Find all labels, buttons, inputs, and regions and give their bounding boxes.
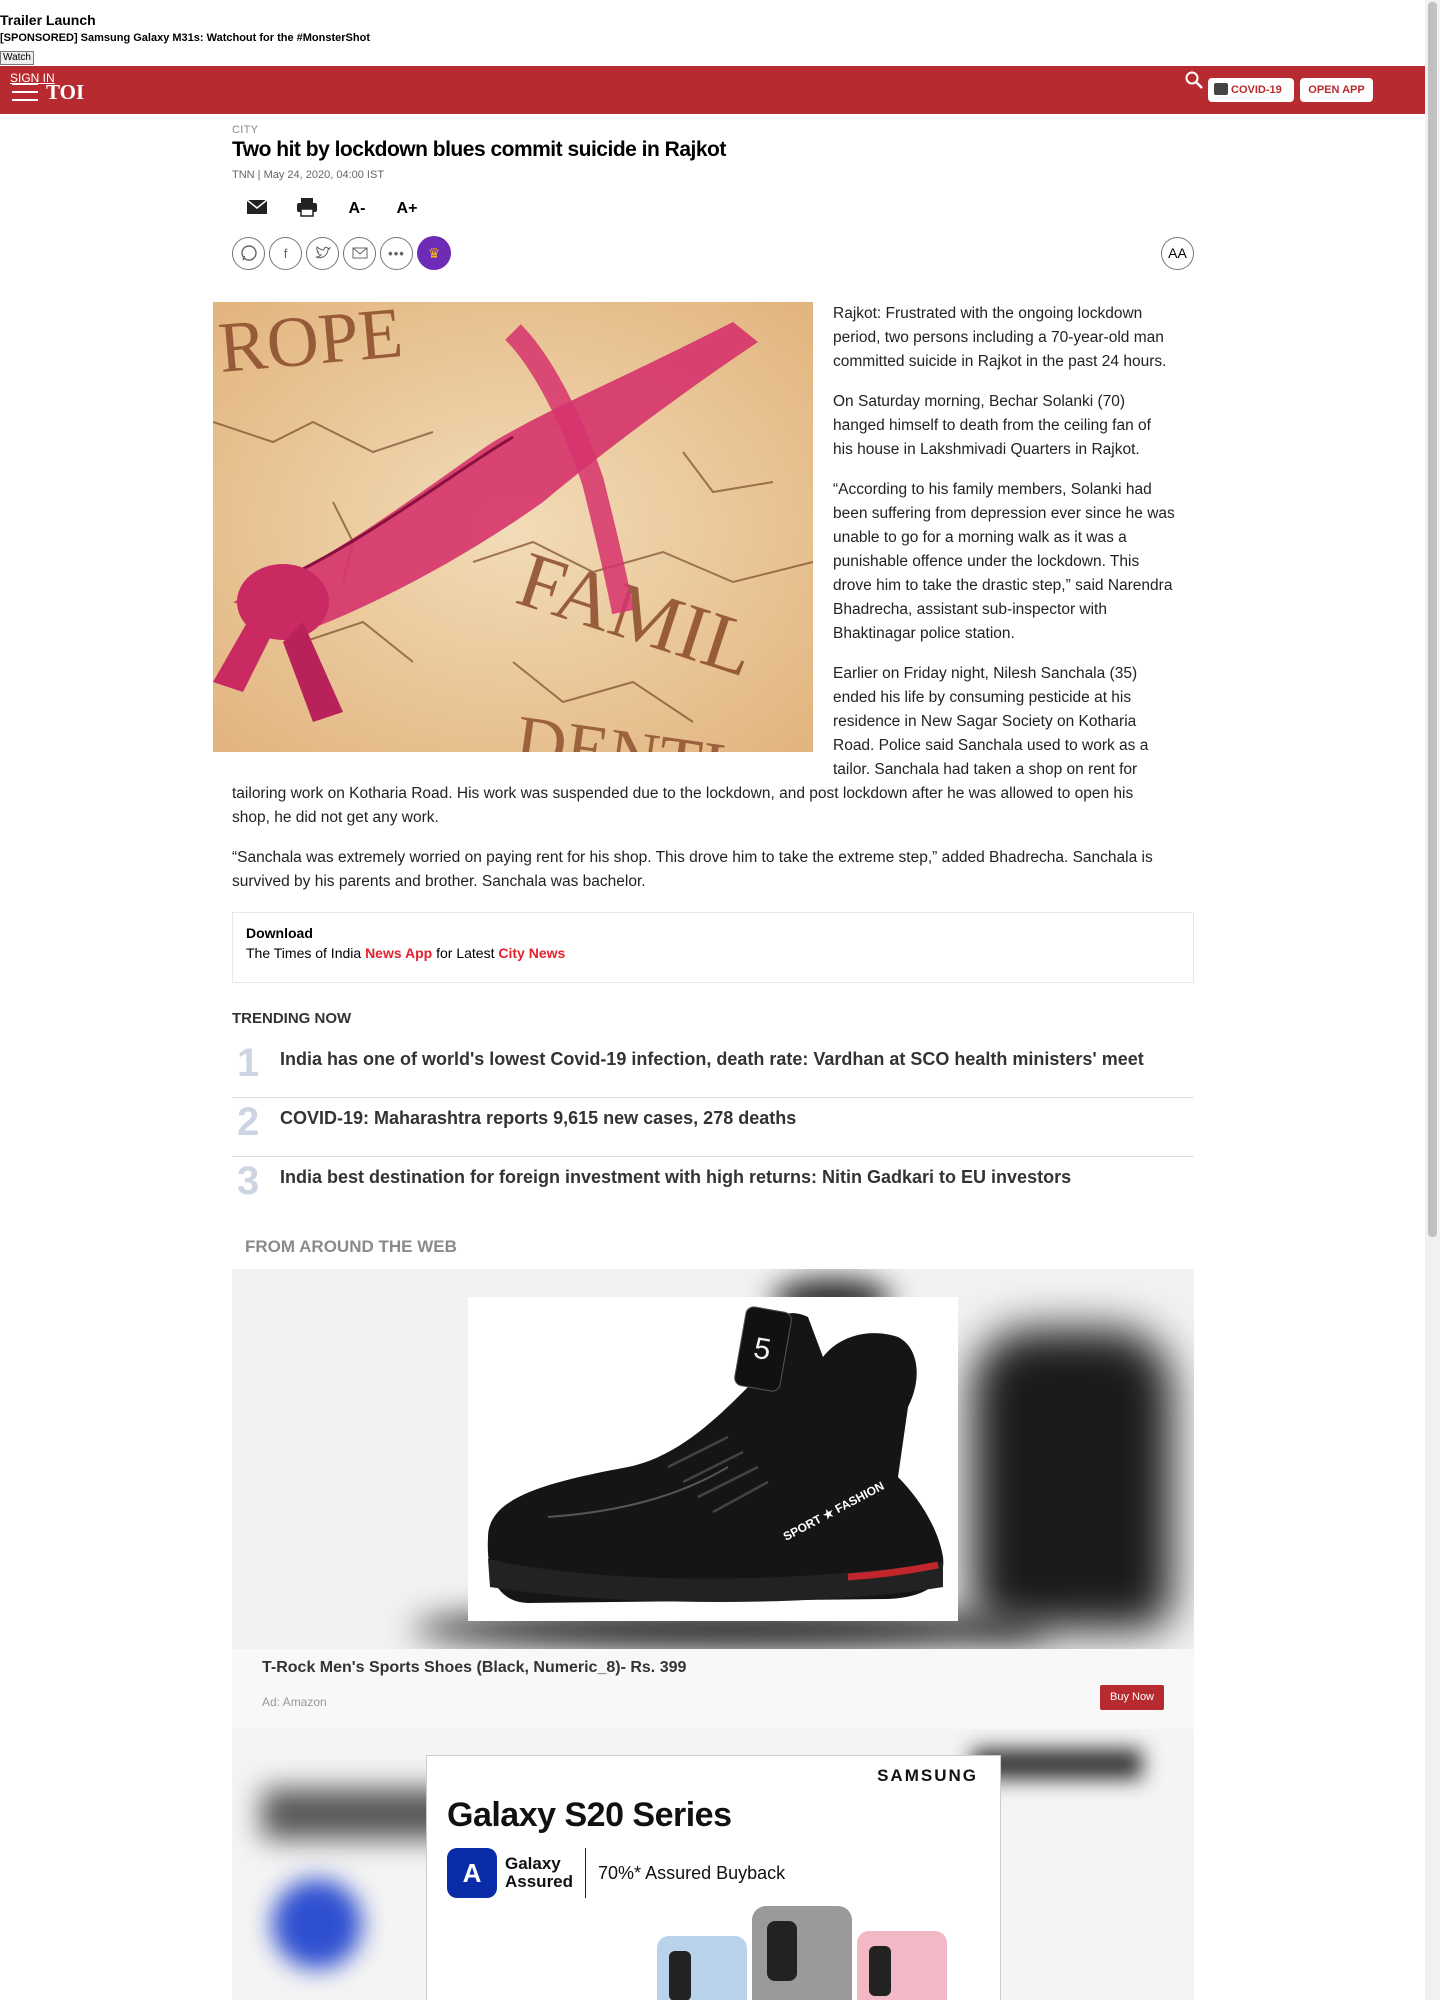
download-heading: Download (246, 925, 313, 941)
list-item[interactable]: 2 COVID-19: Maharashtra reports 9,615 ne… (232, 1098, 1194, 1157)
trend-headline[interactable]: India has one of world's lowest Covid-19… (280, 1049, 1144, 1070)
trend-number: 2 (237, 1100, 260, 1144)
email-icon (246, 198, 268, 214)
trending-section: TRENDING NOW 1 India has one of world's … (232, 1010, 1194, 1216)
text-size-button[interactable]: AA (1161, 237, 1194, 270)
site-header: SIGN IN TOI COVID-19 OPEN APP (0, 66, 1425, 114)
city-news-link[interactable]: City News (498, 945, 565, 961)
article-body: ROPE FAMIL DENTI Rajkot: Frustrated with… (213, 302, 1194, 910)
sponsored-ad-shoes[interactable]: 5 SPORT ★ FASHION T-Rock Men's Sports Sh… (232, 1269, 1194, 1729)
list-item[interactable]: 1 India has one of world's lowest Covid-… (232, 1039, 1194, 1098)
more-options-icon[interactable]: ••• (380, 236, 413, 270)
news-app-link[interactable]: News App (365, 945, 432, 961)
hamburger-menu-icon[interactable] (12, 83, 38, 103)
covid-label: COVID-19 (1231, 84, 1282, 96)
font-decrease-button[interactable]: A- (332, 200, 382, 218)
article-byline: TNN | May 24, 2020, 04:00 IST (232, 169, 385, 181)
scrollbar-thumb[interactable] (1428, 2, 1437, 1237)
crown-icon[interactable]: ♛ (417, 236, 451, 270)
paragraph-5: “Sanchala was extremely worried on payin… (232, 849, 1153, 890)
sponsored-ad-samsung[interactable]: SAMSUNG Galaxy S20 Series A Galaxy Assur… (232, 1729, 1194, 2000)
article-image: ROPE FAMIL DENTI (213, 302, 813, 752)
trend-number: 1 (237, 1041, 260, 1085)
covid-button[interactable]: COVID-19 (1208, 78, 1294, 102)
shoe-image: 5 SPORT ★ FASHION (468, 1297, 958, 1621)
email-tool[interactable] (232, 198, 282, 220)
ad-source: Ad: Amazon (262, 1695, 327, 1709)
twitter-share-icon[interactable] (306, 236, 339, 270)
download-line: The Times of India News App for Latest C… (246, 945, 1180, 961)
assured-label: Galaxy Assured (505, 1854, 574, 1891)
product-name: Galaxy S20 Series (447, 1796, 732, 1834)
samsung-brand: SAMSUNG (877, 1766, 978, 1785)
banner-sponsored-text[interactable]: [SPONSORED] Samsung Galaxy M31s: Watchou… (0, 32, 1440, 44)
trend-headline[interactable]: COVID-19: Maharashtra reports 9,615 new … (280, 1108, 796, 1129)
site-logo[interactable]: TOI (46, 80, 84, 105)
trend-number: 3 (237, 1159, 260, 1203)
virus-icon (1214, 83, 1228, 95)
sponsored-banner: Trailer Launch [SPONSORED] Samsung Galax… (0, 0, 1440, 66)
search-icon[interactable] (1184, 70, 1204, 90)
buyback-text: 70%* Assured Buyback (598, 1862, 786, 1883)
phones-image (657, 1906, 947, 2000)
ad-image-area: 5 SPORT ★ FASHION (232, 1269, 1194, 1649)
print-icon (297, 197, 317, 217)
share-row: f ••• ♛ AA (232, 233, 1194, 273)
print-tool[interactable] (282, 197, 332, 222)
download-prefix: The Times of India (246, 945, 362, 961)
trending-title: TRENDING NOW (232, 1010, 352, 1027)
ad-caption[interactable]: T-Rock Men's Sports Shoes (Black, Numeri… (262, 1659, 686, 1677)
around-web-title: FROM AROUND THE WEB (245, 1237, 457, 1256)
section-label[interactable]: CITY (232, 124, 1194, 136)
article-tools: A- A+ (232, 187, 1194, 231)
banner-title: Trailer Launch (0, 12, 96, 28)
open-app-button[interactable]: OPEN APP (1300, 78, 1373, 102)
page-scrollbar[interactable] (1425, 0, 1440, 2000)
whatsapp-share-icon[interactable] (232, 236, 265, 270)
buy-now-button[interactable]: Buy Now (1100, 1685, 1164, 1710)
watch-button[interactable]: Watch (0, 51, 34, 65)
download-middle: for Latest (436, 945, 495, 961)
assured-row: A Galaxy Assured 70%* Assured Buyback (447, 1848, 785, 1898)
font-increase-button[interactable]: A+ (382, 200, 432, 218)
mail-share-icon[interactable] (343, 236, 376, 270)
trend-headline[interactable]: India best destination for foreign inves… (280, 1167, 1071, 1188)
article-title: Two hit by lockdown blues commit suicide… (232, 138, 726, 161)
download-app-box: Download The Times of India News App for… (232, 912, 1194, 983)
article-header: CITY Two hit by lockdown blues commit su… (232, 114, 1194, 273)
facebook-share-icon[interactable]: f (269, 236, 302, 270)
samsung-ad-card[interactable]: SAMSUNG Galaxy S20 Series A Galaxy Assur… (426, 1755, 1001, 2000)
galaxy-assured-logo-icon: A (447, 1848, 497, 1898)
list-item[interactable]: 3 India best destination for foreign inv… (232, 1157, 1194, 1216)
